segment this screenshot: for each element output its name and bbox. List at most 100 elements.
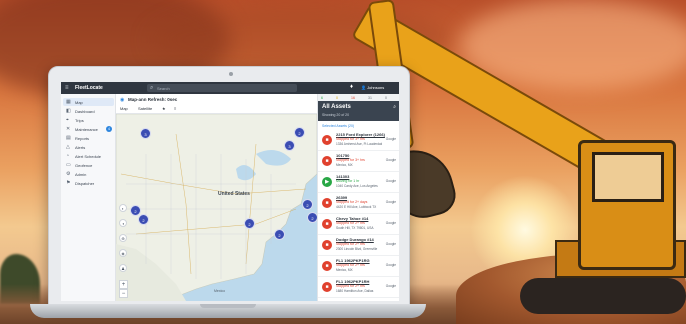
asset-map-link[interactable]: Google	[386, 179, 396, 183]
asset-location: 1040 Cardy Ave, Los Angeles	[336, 184, 378, 188]
sidebar-item-geofence[interactable]: ▭ Geofence	[63, 161, 114, 169]
user-menu[interactable]: 👤 Johnsons	[361, 85, 384, 90]
asset-status: Moving for 1 hr	[336, 179, 360, 183]
map-header: ◉ Map-ann Refresh: 0sec Map Satellite ★ …	[116, 94, 317, 114]
stopped-status-icon: ■	[322, 240, 332, 250]
asset-row[interactable]: ▶ 141303 Moving for 1 hr 1040 Cardy Ave,…	[318, 172, 399, 193]
asset-row[interactable]: ■ 2215 Ford Explorer (1266) Stopped for …	[318, 130, 399, 151]
map-header-icon: ◉	[120, 97, 125, 103]
asset-status: Stopped for 2+ days	[336, 200, 368, 204]
assets-panel: 6 0 16 31 0 All Assets Showing 20 of 20 …	[317, 94, 399, 301]
tab-map[interactable]: Map	[120, 106, 128, 111]
asset-row[interactable]: ■ FL1 1962PKP1RH Stopped for 2+ hrs 1680…	[318, 277, 399, 298]
asset-status-counts: 6 0 16 31 0	[318, 94, 399, 101]
status-count-moving[interactable]: 6	[321, 96, 323, 100]
sidebar-item-dispatcher[interactable]: ⚑ Dispatcher	[63, 179, 114, 187]
status-count-stopped[interactable]: 16	[351, 96, 355, 100]
sidebar-item-maintenance[interactable]: ✕ Maintenance 4	[63, 125, 114, 133]
asset-map-link[interactable]: Google	[386, 137, 396, 141]
asset-map-link[interactable]: Google	[386, 200, 396, 204]
assets-subtitle: Showing 20 of 20	[322, 113, 350, 117]
map-panel[interactable]: ◉ Map-ann Refresh: 0sec Map Satellite ★ …	[116, 94, 317, 301]
sidebar-item-alerts[interactable]: △ Alerts	[63, 143, 114, 151]
schedule-icon: ◔	[66, 153, 70, 159]
assets-header: All Assets Showing 20 of 20 ⌕	[318, 101, 399, 121]
asset-location: 1336 Amherst Ave, Ft Lauderdale	[336, 142, 382, 146]
status-count-other[interactable]: 0	[385, 96, 387, 100]
map-title: Map-ann Refresh: 0sec	[128, 97, 178, 102]
sidebar-item-trips[interactable]: ⌖ Trips	[63, 116, 114, 124]
zoom-out-button[interactable]: −	[119, 289, 128, 298]
notification-bell-icon[interactable]: ♦	[350, 84, 353, 90]
gear-icon: ⚙	[66, 171, 71, 177]
laptop-notch	[200, 304, 256, 308]
asset-map-link[interactable]: Google	[386, 158, 396, 162]
sidebar-item-admin[interactable]: ⚙ Admin	[63, 170, 114, 178]
asset-row[interactable]: ■ 101750 Stopped for 3+ hrs Mexico, MX G…	[318, 151, 399, 172]
map-tool-button[interactable]: ◈	[119, 249, 127, 257]
status-count-offline[interactable]: 31	[368, 96, 372, 100]
map-place-label: Mexico	[214, 289, 226, 293]
asset-status: Stopped for 2+ hrs	[336, 284, 365, 288]
asset-location: South Hill, TX 79801, USA	[336, 226, 374, 230]
search-input[interactable]: ⌕ Search	[147, 84, 297, 92]
excavator-window	[592, 152, 664, 202]
map-tool-button[interactable]: ⊕	[119, 234, 127, 242]
zoom-in-button[interactable]: +	[119, 280, 128, 289]
map-tool-button[interactable]: ◑	[119, 219, 127, 227]
dispatch-icon: ⚑	[66, 180, 71, 186]
asset-map-link[interactable]: Google	[386, 284, 396, 288]
search-placeholder: Search	[157, 86, 170, 91]
stopped-status-icon: ■	[322, 282, 332, 292]
stopped-status-icon: ■	[322, 261, 332, 271]
asset-location: Mexico, MX	[336, 268, 353, 272]
asset-row[interactable]: ■ FL1 1962PKP1RG Stopped for 2+ hrs Mexi…	[318, 256, 399, 277]
map-icon: ▦	[66, 99, 71, 105]
map-cluster[interactable]: 3	[140, 128, 151, 139]
app-topbar: ≡ FleetLocate ⌕ Search ♦ 👤 Johnsons	[61, 82, 399, 94]
sidebar-item-reports[interactable]: ▤ Reports	[63, 134, 114, 142]
reports-icon: ▤	[66, 135, 71, 141]
asset-row[interactable]: ■ Dodge Durango #14 Stopped for 2+ hrs 2…	[318, 235, 399, 256]
hamburger-menu-icon[interactable]: ≡	[65, 85, 71, 91]
map-tool-button[interactable]: ◐	[119, 204, 127, 212]
asset-map-link[interactable]: Google	[386, 221, 396, 225]
laptop-camera	[229, 72, 233, 76]
asset-status: Stopped for 2+ hrs	[336, 221, 365, 225]
asset-status: Stopped for 2+ hrs	[336, 263, 365, 267]
asset-location: 4420 E Hill Ave, Lubbock TX	[336, 205, 377, 209]
status-count-idle[interactable]: 0	[336, 96, 338, 100]
asset-status: Stopped for 2+ hrs	[336, 242, 365, 246]
map-cluster[interactable]: 2	[138, 214, 149, 225]
search-icon: ⌕	[150, 85, 154, 91]
assets-title: All Assets	[322, 104, 351, 110]
app-logo: FleetLocate	[75, 85, 103, 91]
app-screen: ≡ FleetLocate ⌕ Search ♦ 👤 Johnsons ▦ Map…	[61, 82, 399, 301]
map-cluster[interactable]: 2	[244, 218, 255, 229]
sidebar-item-alert-schedule[interactable]: ◔ Alert Schedule	[63, 152, 114, 160]
sidebar-item-map[interactable]: ▦ Map	[63, 98, 114, 106]
street-view-icon[interactable]: ♟	[119, 264, 127, 272]
laptop-base	[30, 304, 426, 318]
map-cluster[interactable]: 2	[274, 229, 285, 240]
trips-icon: ⌖	[66, 117, 69, 123]
asset-map-link[interactable]: Google	[386, 242, 396, 246]
map-cluster[interactable]: 3	[284, 140, 295, 151]
tab-satellite[interactable]: Satellite	[138, 106, 152, 111]
sidebar: ▦ Map ◧ Dashboard ⌖ Trips ✕ Maintenance 4 ▤ R…	[61, 94, 116, 301]
asset-row[interactable]: ■ Chevy Tahoe #14 Stopped for 2+ hrs Sou…	[318, 214, 399, 235]
asset-row[interactable]: ■ 26399 Stopped for 2+ days 4420 E Hill …	[318, 193, 399, 214]
layers-icon[interactable]: ≡	[174, 106, 176, 111]
stopped-status-icon: ■	[322, 219, 332, 229]
map-cluster[interactable]: 2	[302, 199, 313, 210]
favorites-star-icon[interactable]: ★	[162, 106, 166, 111]
assets-section-label[interactable]: Selected Assets (20)	[322, 124, 354, 128]
sidebar-item-dashboard[interactable]: ◧ Dashboard	[63, 107, 114, 115]
map-country-label: United States	[218, 191, 250, 197]
map-cluster[interactable]: 2	[307, 212, 317, 223]
stopped-status-icon: ■	[322, 156, 332, 166]
map-cluster[interactable]: 2	[294, 127, 305, 138]
asset-status: Stopped for 3+ hrs	[336, 158, 365, 162]
asset-map-link[interactable]: Google	[386, 263, 396, 267]
assets-search-icon[interactable]: ⌕	[393, 104, 396, 110]
